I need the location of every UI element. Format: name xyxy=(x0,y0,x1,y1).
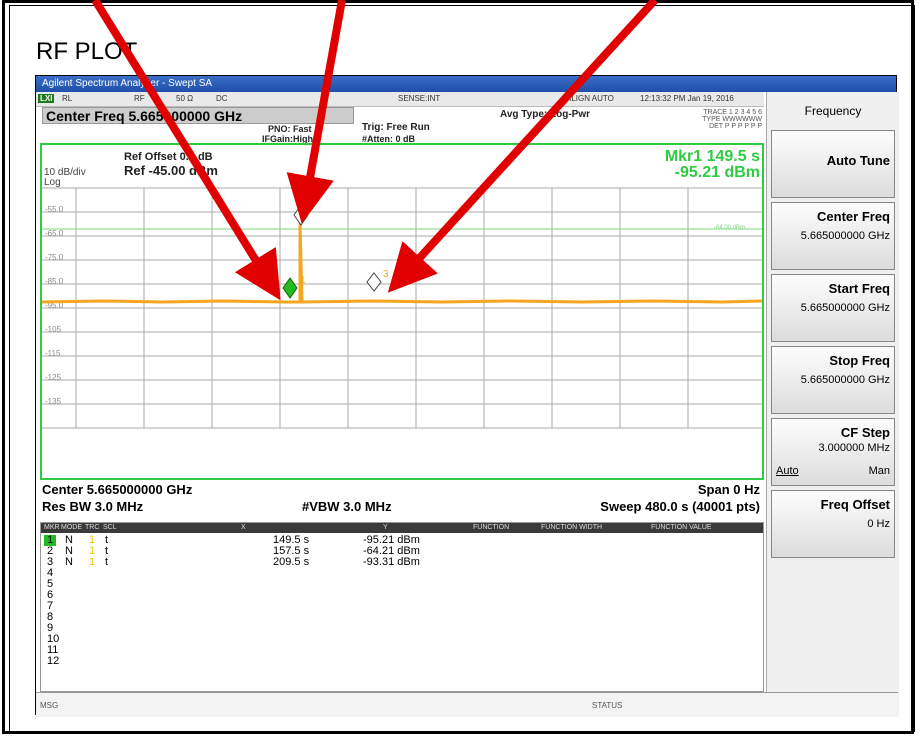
table-row[interactable]: 7 xyxy=(41,601,763,612)
stop-freq-label: Stop Freq xyxy=(829,353,890,368)
marker-1-label: 1 xyxy=(300,275,306,286)
marker-table-header: MKR MODE TRC SCL X Y FUNCTION FUNCTION W… xyxy=(41,523,763,533)
cf-step-man: Man xyxy=(868,465,890,477)
lxi-badge: LXI xyxy=(38,94,55,103)
center-freq-footer: Center 5.665000000 GHz xyxy=(42,482,193,497)
y-tick: -115 xyxy=(45,349,61,358)
table-row[interactable]: 10 xyxy=(41,634,763,645)
table-row[interactable]: 6 xyxy=(41,590,763,601)
marker-table: MKR MODE TRC SCL X Y FUNCTION FUNCTION W… xyxy=(40,522,764,692)
cf-step-value: 3.000000 MHz xyxy=(818,442,890,454)
sweep: Sweep 480.0 s (40001 pts) xyxy=(600,499,760,514)
start-freq-label: Start Freq xyxy=(828,281,890,296)
table-row[interactable]: 12 xyxy=(41,656,763,667)
table-row[interactable]: 4 xyxy=(41,568,763,579)
y-tick: -55.0 xyxy=(45,205,64,214)
col-function: FUNCTION xyxy=(473,524,510,531)
col-y: Y xyxy=(383,524,388,531)
rl-indicator: RL xyxy=(62,94,73,103)
span-footer: Span 0 Hz xyxy=(697,482,760,497)
marker-mode: N xyxy=(65,556,73,568)
cf-step-label: CF Step xyxy=(840,425,890,440)
freq-offset-label: Freq Offset xyxy=(820,497,890,512)
auto-tune-label: Auto Tune xyxy=(826,153,890,168)
pno-label: PNO: Fast xyxy=(268,124,312,134)
table-row[interactable]: 9 xyxy=(41,623,763,634)
y-tick-labels: -55.0 -65.0 -75.0 -85.0 -95.0 -105 -115 … xyxy=(45,205,64,406)
start-freq-value: 5.665000000 GHz xyxy=(800,302,890,314)
table-row[interactable]: 3 N 1 t 209.5 s -93.31 dBm xyxy=(41,557,763,568)
align-indicator: ALIGN AUTO xyxy=(566,94,614,103)
det-line: DET P P P P P P xyxy=(709,123,762,130)
col-function-value: FUNCTION VALUE xyxy=(651,524,712,531)
plot-footer: Center 5.665000000 GHz Span 0 Hz Res BW … xyxy=(40,482,764,522)
col-function-width: FUNCTION WIDTH xyxy=(541,524,603,531)
table-row[interactable]: 5 xyxy=(41,579,763,590)
center-freq-label: Center Freq xyxy=(817,209,890,224)
marker-trace: 1 xyxy=(89,556,96,568)
rf-indicator: RF xyxy=(134,94,145,103)
window-title: Agilent Spectrum Analyzer - Swept SA xyxy=(36,76,896,92)
threshold-label: -64.00 dBm xyxy=(714,225,745,231)
marker-number: 12 xyxy=(47,655,60,667)
impedance: 50 Ω xyxy=(176,94,194,103)
softkey-menu-title: Frequency xyxy=(804,104,862,118)
col-trc: TRC xyxy=(85,524,100,531)
y-tick: -75.0 xyxy=(45,253,64,262)
sense-indicator: SENSE:INT xyxy=(398,94,441,103)
trace-line: TRACE 1 2 3 4 5 6 xyxy=(703,109,762,116)
start-freq-button[interactable]: Start Freq 5.665000000 GHz xyxy=(771,274,895,342)
vbw: #VBW 3.0 MHz xyxy=(302,499,392,514)
y-tick: -135 xyxy=(45,397,62,406)
avg-type-label: Avg Type: Log-Pwr xyxy=(500,109,590,120)
msg-label: MSG xyxy=(40,701,59,710)
status-row: LXI RL RF 50 Ω DC SENSE:INT ALIGN AUTO 1… xyxy=(36,92,764,107)
y-tick: -125 xyxy=(45,373,62,382)
center-freq-value: 5.665000000 GHz xyxy=(800,230,890,242)
col-mode: MODE xyxy=(61,524,82,531)
marker-3-label: 3 xyxy=(383,269,389,280)
y-tick: -105 xyxy=(45,325,62,334)
col-mkr: MKR xyxy=(44,524,60,531)
cf-step-button[interactable]: CF Step 3.000000 MHz Auto Man xyxy=(771,418,895,486)
cf-step-auto: Auto xyxy=(776,465,799,477)
res-bw: Res BW 3.0 MHz xyxy=(42,499,144,514)
marker-2-label: 2 xyxy=(308,201,314,212)
trig-label: Trig: Free Run xyxy=(362,122,430,133)
y-tick: -65.0 xyxy=(45,229,64,238)
spectrum-plot[interactable]: Ref Offset 0.5 dB Ref -45.00 dBm 10 dB/d… xyxy=(40,143,764,480)
analyzer-screenshot: Agilent Spectrum Analyzer - Swept SA LXI… xyxy=(35,75,899,717)
col-x: X xyxy=(241,524,246,531)
softkey-panel: Frequency Auto Tune Center Freq 5.665000… xyxy=(766,92,899,716)
marker-y: -93.31 dBm xyxy=(363,556,420,568)
status-label: STATUS xyxy=(592,701,623,710)
type-line: TYPE WWWWWW xyxy=(702,116,762,123)
grid xyxy=(42,187,762,429)
center-freq-display[interactable]: Center Freq 5.665000000 GHz xyxy=(42,107,354,124)
y-tick: -85.0 xyxy=(45,277,64,286)
coupling: DC xyxy=(216,94,228,103)
table-row[interactable]: 11 xyxy=(41,645,763,656)
marker-3-diamond xyxy=(366,272,382,292)
stop-freq-value: 5.665000000 GHz xyxy=(800,374,890,386)
marker-x: 209.5 s xyxy=(273,556,310,568)
marker-1-diamond xyxy=(282,277,298,299)
message-bar: MSG STATUS xyxy=(36,692,898,717)
table-row[interactable]: 8 xyxy=(41,612,763,623)
freq-offset-value: 0 Hz xyxy=(867,518,890,530)
center-freq-button[interactable]: Center Freq 5.665000000 GHz xyxy=(771,202,895,270)
trace-1 xyxy=(42,221,762,304)
col-scl: SCL xyxy=(103,524,117,531)
page-title: RF PLOT xyxy=(36,38,138,65)
trace-legend: TRACE 1 2 3 4 5 6 TYPE WWWWWW DET P P P … xyxy=(694,109,762,130)
marker-scale: t xyxy=(105,556,109,568)
stop-freq-button[interactable]: Stop Freq 5.665000000 GHz xyxy=(771,346,895,414)
auto-tune-button[interactable]: Auto Tune xyxy=(771,130,895,198)
marker-2-diamond xyxy=(293,204,309,226)
plot-graph: -64.00 dBm -55.0 -65.0 -75.0 -85.0 -95.0… xyxy=(42,187,762,429)
datetime: 12:13:32 PM Jan 19, 2016 xyxy=(640,94,734,103)
freq-offset-button[interactable]: Freq Offset 0 Hz xyxy=(771,490,895,558)
